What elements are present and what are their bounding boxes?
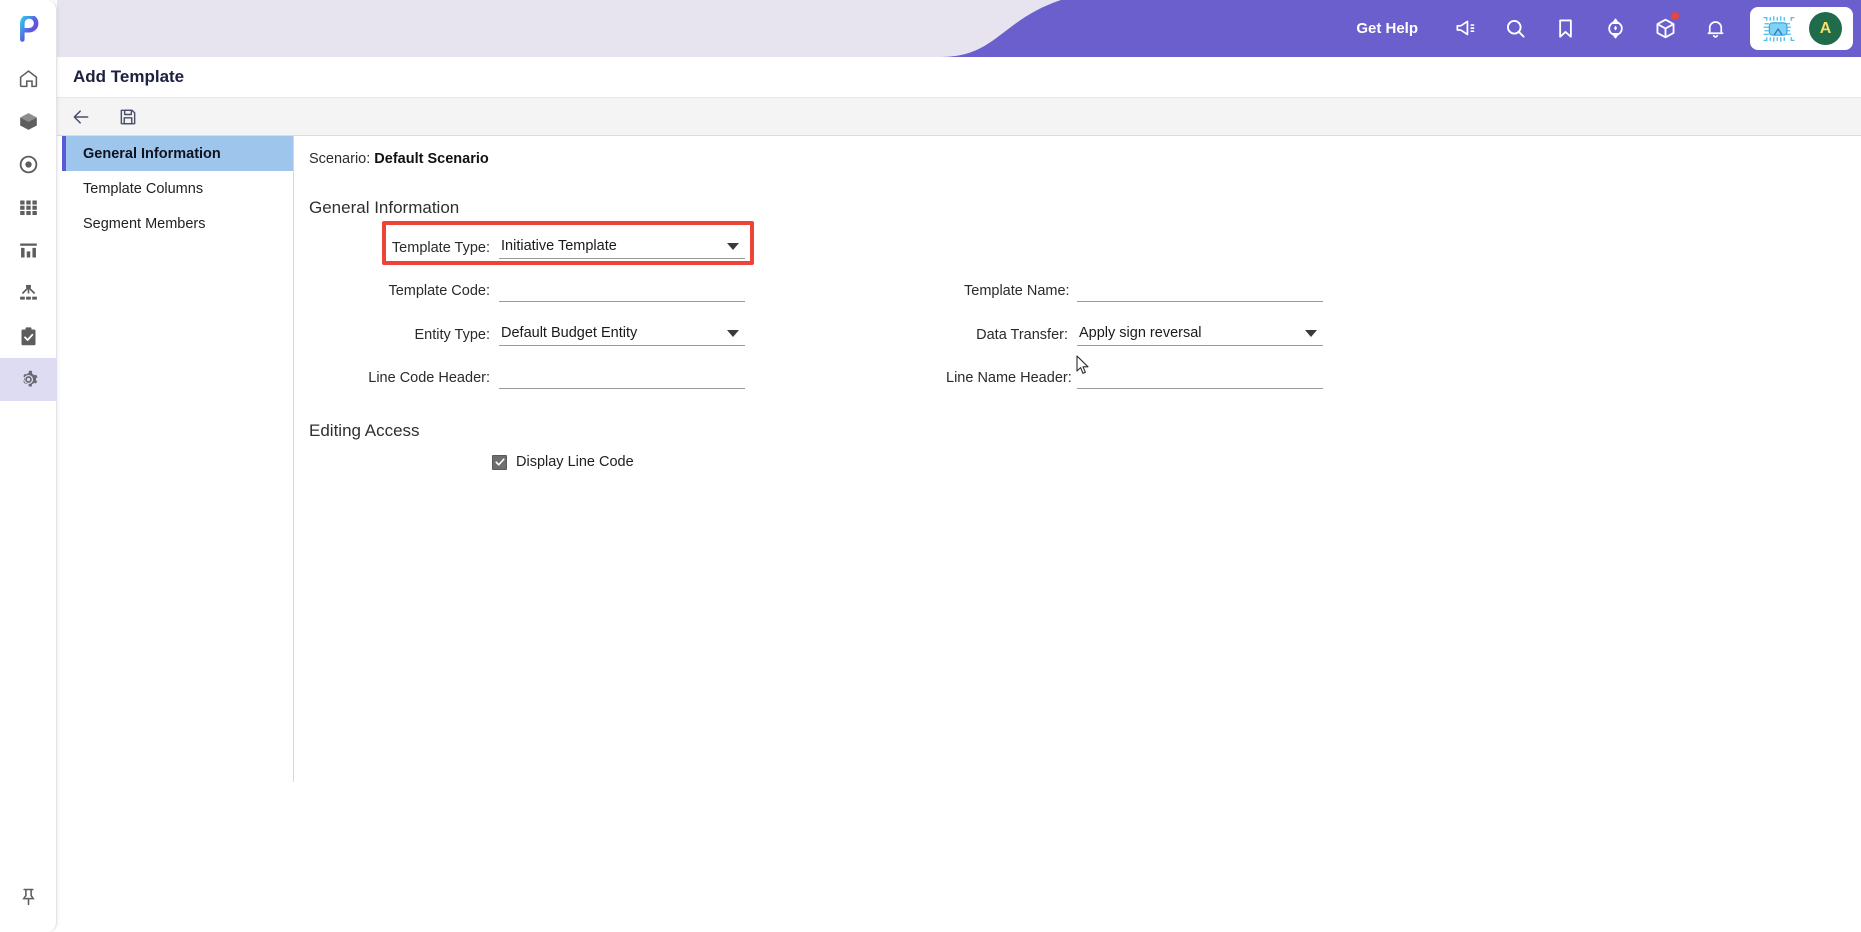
field-row-data-transfer: Data Transfer: Apply sign reversal: [956, 321, 1323, 346]
chevron-down-icon: [727, 330, 739, 337]
rail-item-settings[interactable]: [0, 358, 57, 401]
search-icon: [1506, 19, 1525, 38]
rail-item-pin[interactable]: [0, 875, 57, 918]
entity-type-select[interactable]: Default Budget Entity: [499, 321, 745, 346]
back-button[interactable]: [57, 98, 104, 136]
form-subnav: General Information Template Columns Seg…: [62, 136, 294, 782]
template-type-value: Initiative Template: [501, 238, 617, 254]
shortcuts-button[interactable]: [1590, 0, 1640, 57]
grid-icon: [19, 200, 37, 216]
left-icon-rail: [0, 0, 57, 932]
pin-icon: [21, 888, 35, 906]
subnav-label: Template Columns: [83, 180, 204, 197]
check-icon: [494, 458, 505, 466]
page-bottom-area: [57, 782, 1861, 932]
data-transfer-label: Data Transfer:: [976, 327, 1068, 343]
cube-icon: [19, 113, 37, 130]
scenario-value: Default Scenario: [374, 151, 489, 167]
line-code-header-label: Line Code Header:: [368, 370, 490, 386]
arrow-left-icon: [73, 109, 88, 124]
field-row-entity-type: Entity Type: Default Budget Entity: [402, 321, 745, 346]
user-chip: A: [1750, 7, 1853, 50]
bell-icon: [1707, 21, 1723, 38]
rail-item-tracking[interactable]: [0, 143, 57, 186]
clipboard-check-icon: [21, 327, 35, 346]
save-floppy-icon: [120, 109, 135, 124]
data-transfer-select[interactable]: Apply sign reversal: [1077, 321, 1323, 346]
chevron-down-icon: [1305, 330, 1317, 337]
line-name-header-label: Line Name Header:: [946, 370, 1072, 386]
avatar[interactable]: A: [1809, 12, 1842, 45]
form-panel: Scenario: Default Scenario General Infor…: [294, 136, 1861, 782]
display-line-code-row[interactable]: Display Line Code: [492, 454, 634, 470]
search-button[interactable]: [1490, 0, 1540, 57]
rail-item-tasks[interactable]: [0, 315, 57, 358]
target-icon: [19, 155, 37, 174]
chevron-down-icon: [727, 243, 739, 250]
save-button[interactable]: [104, 98, 151, 136]
subnav-label: Segment Members: [83, 215, 206, 232]
apps-badge: [1671, 12, 1679, 20]
header-actions: Get Help A: [1356, 0, 1861, 57]
rail-item-home[interactable]: [0, 57, 57, 100]
template-name-label: Template Name:: [964, 283, 1070, 299]
field-row-template-code: Template Code:: [376, 277, 745, 302]
ai-chip-icon[interactable]: [1761, 15, 1797, 43]
template-type-select[interactable]: Initiative Template: [499, 234, 745, 259]
apps-button[interactable]: [1640, 0, 1690, 57]
subnav-label: General Information: [83, 145, 221, 162]
line-code-header-input[interactable]: [499, 364, 745, 389]
entity-type-label: Entity Type:: [414, 327, 491, 343]
bookmark-icon: [1558, 19, 1572, 38]
bookmark-button[interactable]: [1540, 0, 1590, 57]
entity-type-value: Default Budget Entity: [501, 325, 638, 341]
get-help-button[interactable]: Get Help: [1356, 20, 1418, 37]
page-title: Add Template: [73, 67, 185, 86]
pigment-logo[interactable]: [0, 0, 57, 57]
section-heading-general-information: General Information: [309, 198, 460, 217]
chart-icon: [19, 243, 37, 258]
display-line-code-label: Display Line Code: [516, 454, 634, 470]
scenario-label: Scenario:: [309, 151, 371, 167]
top-banner: Get Help A: [57, 0, 1861, 57]
field-row-line-code-header: Line Code Header:: [366, 364, 745, 389]
subnav-item-template-columns[interactable]: Template Columns: [62, 171, 293, 206]
cube-icon: [1656, 18, 1674, 39]
field-row-line-name-header: Line Name Header:: [946, 364, 1323, 389]
rail-item-grids[interactable]: [0, 186, 57, 229]
notifications-button[interactable]: [1690, 0, 1740, 57]
rail-item-models[interactable]: [0, 100, 57, 143]
line-name-header-input[interactable]: [1077, 364, 1323, 389]
page-title-bar: Add Template: [57, 57, 1861, 98]
subnav-item-segment-members[interactable]: Segment Members: [62, 206, 293, 241]
rail-item-hierarchy[interactable]: [0, 272, 57, 315]
gear-icon: [22, 370, 38, 387]
rail-item-reports[interactable]: [0, 229, 57, 272]
form-toolbar: [57, 98, 1861, 136]
subnav-item-general-information[interactable]: General Information: [62, 136, 293, 171]
shortcuts-icon: [1607, 18, 1623, 39]
hierarchy-icon: [19, 284, 37, 300]
template-code-input[interactable]: [499, 277, 745, 302]
announcements-icon: [1455, 20, 1474, 36]
display-line-code-checkbox[interactable]: [492, 454, 507, 470]
template-name-input[interactable]: [1077, 277, 1323, 302]
announcements-button[interactable]: [1440, 0, 1490, 57]
template-type-label: Template Type:: [391, 240, 490, 256]
scenario-line: Scenario: Default Scenario: [309, 151, 489, 167]
home-icon: [19, 70, 37, 88]
section-heading-editing-access: Editing Access: [309, 421, 420, 440]
template-code-label: Template Code:: [388, 283, 490, 299]
data-transfer-value: Apply sign reversal: [1079, 325, 1202, 341]
field-row-template-name: Template Name:: [964, 277, 1323, 302]
field-row-template-type: Template Type: Initiative Template: [386, 234, 745, 259]
